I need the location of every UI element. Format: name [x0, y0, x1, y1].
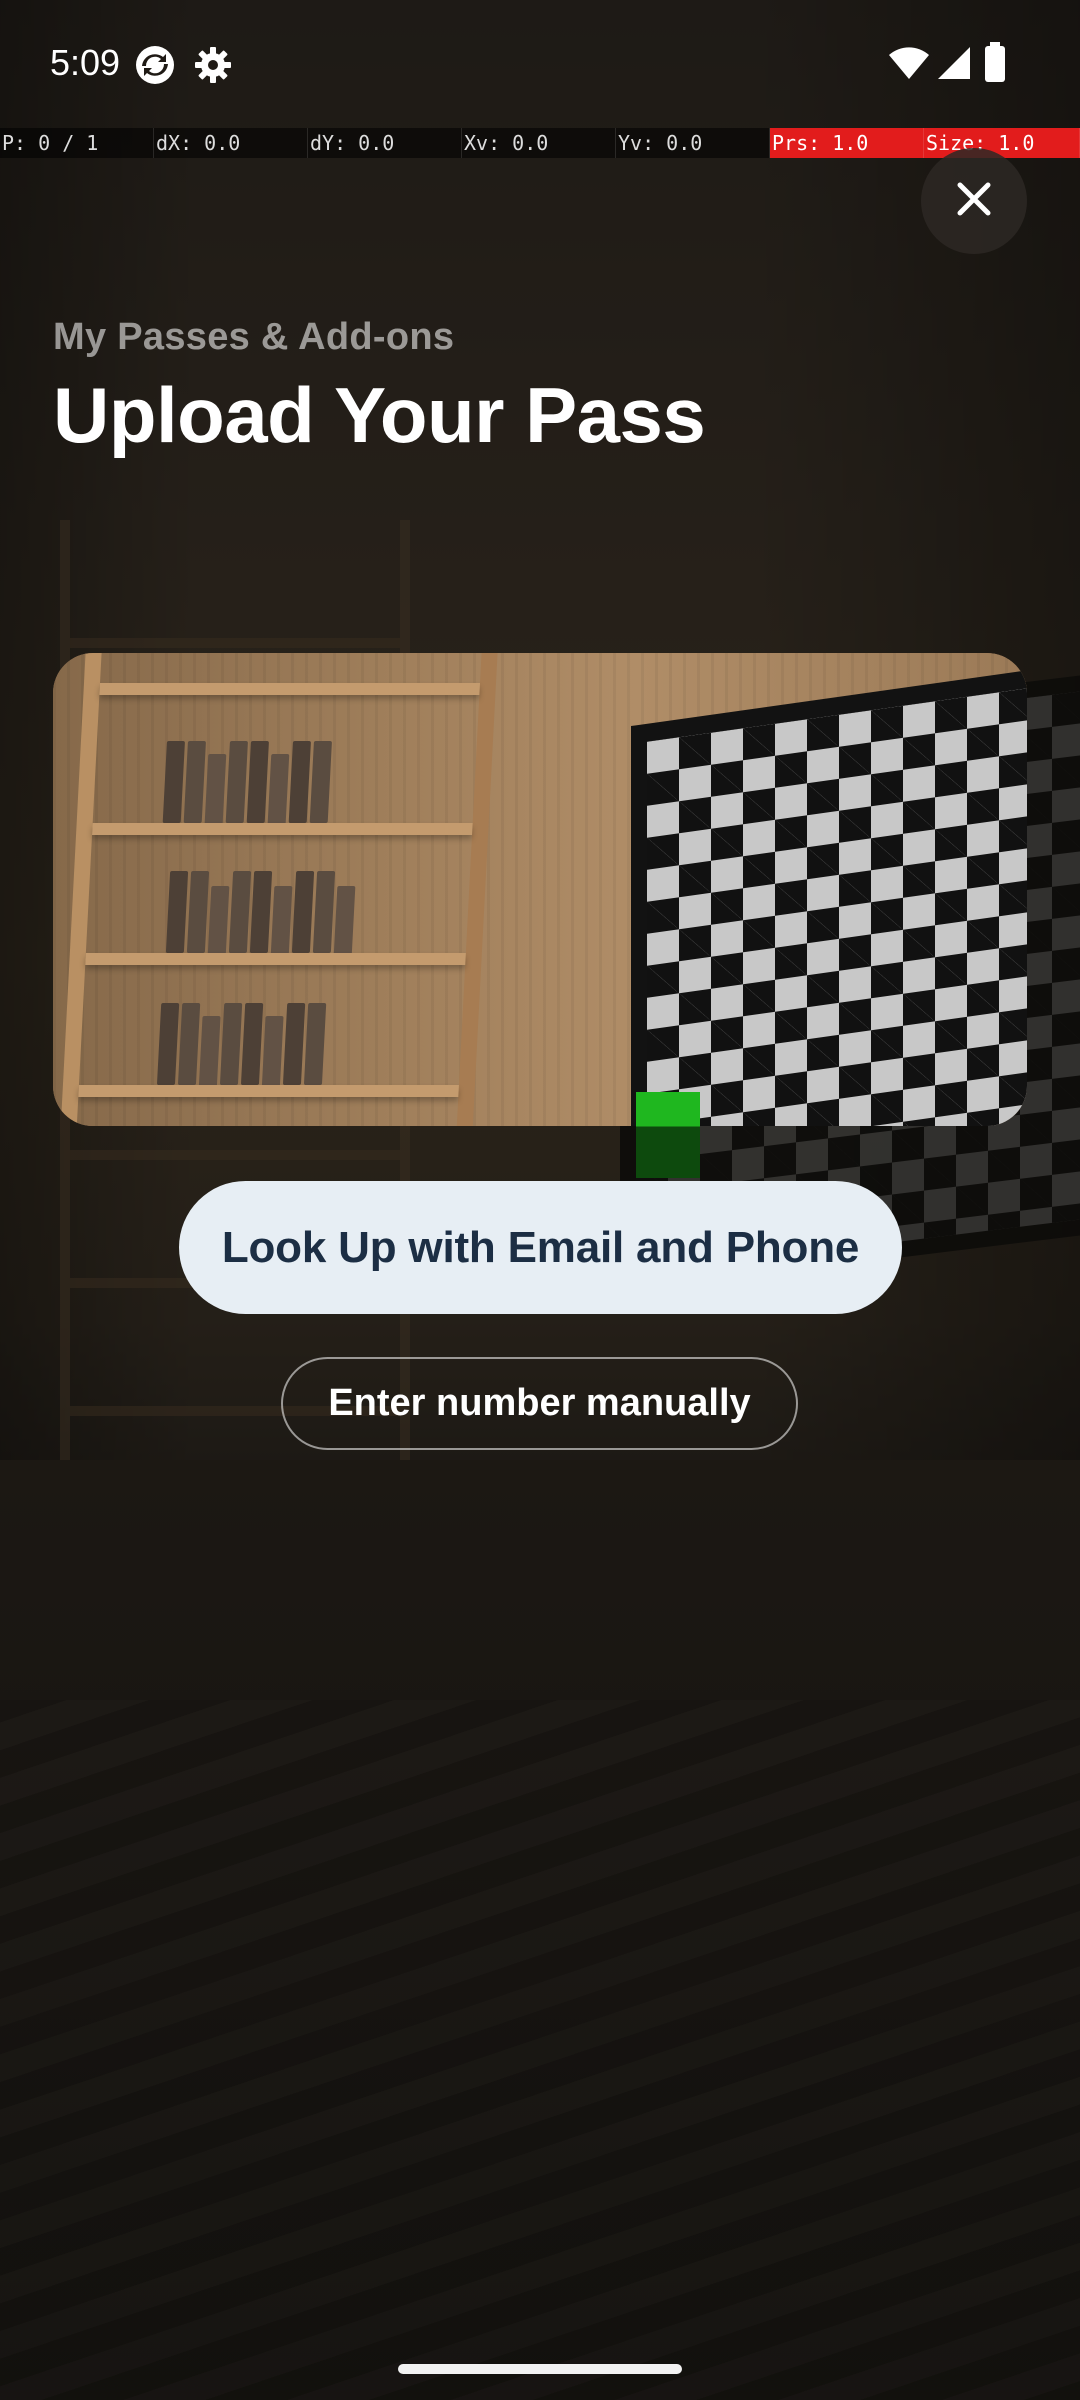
page-title: Upload Your Pass [53, 371, 706, 459]
cellular-signal-icon [936, 46, 972, 84]
pass-scanner-frame [53, 653, 1027, 1126]
debug-x-velocity: Xv: 0.0 [462, 128, 616, 158]
scanner-tv-checkerboard [631, 659, 1027, 1126]
green-marker [636, 1092, 700, 1178]
scanner-bookshelf [59, 653, 499, 1126]
debug-pressure: Prs: 1.0 [770, 128, 924, 158]
debug-pointer-count: P: 0 / 1 [0, 128, 154, 158]
debug-y-velocity: Yv: 0.0 [616, 128, 770, 158]
sync-app-icon [134, 44, 176, 90]
pointer-location-debug-strip: P: 0 / 1 dX: 0.0 dY: 0.0 Xv: 0.0 Yv: 0.0… [0, 128, 1080, 158]
enter-number-manually-button[interactable]: Enter number manually [281, 1357, 798, 1450]
debug-dx: dX: 0.0 [154, 128, 308, 158]
debug-size: Size: 1.0 [924, 128, 1080, 158]
gesture-nav-handle[interactable] [398, 2364, 682, 2374]
close-icon [954, 179, 994, 223]
battery-icon [984, 42, 1006, 86]
status-time: 5:09 [50, 42, 121, 83]
wifi-icon [888, 46, 930, 84]
section-subtitle: My Passes & Add-ons [53, 316, 455, 358]
close-button[interactable] [921, 148, 1027, 254]
settings-gear-icon [192, 44, 234, 90]
status-bar: 5:09 [0, 0, 1080, 128]
debug-dy: dY: 0.0 [308, 128, 462, 158]
lookup-email-phone-button[interactable]: Look Up with Email and Phone [179, 1181, 902, 1314]
